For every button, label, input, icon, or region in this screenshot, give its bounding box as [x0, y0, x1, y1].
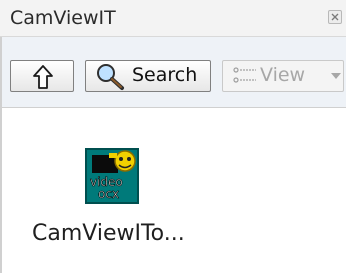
view-label: View	[260, 64, 306, 86]
video-ocx-file-icon: video ocx	[85, 148, 139, 204]
close-icon	[331, 13, 339, 21]
file-name: CamViewITo...	[32, 221, 185, 246]
magnifier-icon	[97, 64, 124, 90]
up-arrow-icon	[33, 65, 53, 89]
camviewit-window: CamViewIT Search View video ocx CamViewI…	[0, 0, 346, 274]
file-icon-text-2: ocx	[98, 187, 119, 201]
window-title: CamViewIT	[10, 7, 116, 29]
title-bar: CamViewIT	[0, 0, 346, 37]
file-list: video ocx CamViewITo...	[2, 107, 346, 274]
view-list-icon	[233, 67, 256, 83]
toolbar: Search View	[2, 37, 346, 107]
search-label: Search	[132, 64, 198, 86]
close-button[interactable]	[328, 10, 342, 24]
search-button[interactable]: Search	[85, 60, 211, 92]
up-button[interactable]	[10, 60, 74, 92]
view-button[interactable]: View	[222, 60, 344, 92]
list-item[interactable]: video ocx CamViewITo...	[22, 141, 185, 261]
dropdown-arrow-icon	[331, 73, 341, 79]
